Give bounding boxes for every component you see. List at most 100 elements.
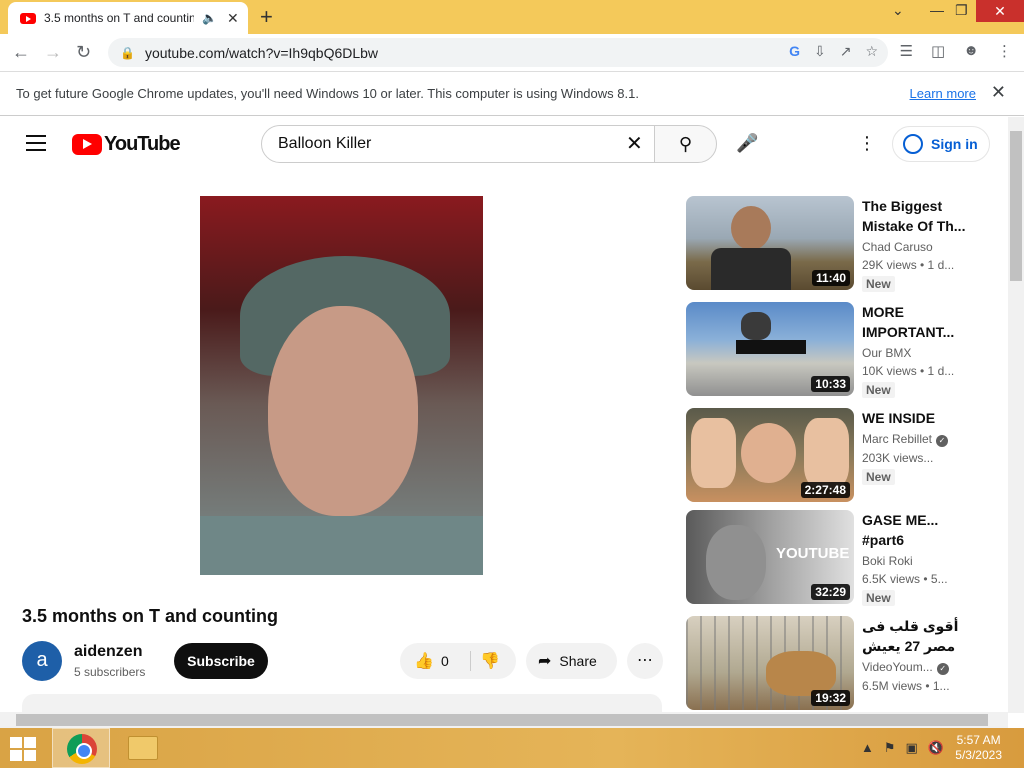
channel-name[interactable]: aidenzen [74, 643, 142, 661]
search-input[interactable]: Balloon Killer [261, 125, 655, 163]
address-bar[interactable]: 🔒 youtube.com/watch?v=Ih9qbQ6DLbw G ⇩ ↗ … [108, 38, 888, 67]
recommendation-channel[interactable]: Our BMX [862, 346, 972, 360]
side-panel-icon[interactable]: ◫ [931, 42, 945, 60]
video-duration: 11:40 [811, 270, 850, 286]
video-duration: 10:33 [811, 376, 850, 392]
more-horizontal-icon: ⋯ [637, 652, 653, 669]
clock-time: 5:57 AM [956, 733, 1001, 747]
recommendation-channel[interactable]: Marc Rebillet ✓ [862, 432, 972, 447]
clock-date: 5/3/2023 [955, 748, 1002, 762]
new-badge: New [862, 276, 895, 292]
like-count: 0 [441, 653, 449, 669]
recommendation-item[interactable]: 19:32 أقوى قلب فى مصر 27 يعيش وسط... Vid… [686, 616, 976, 712]
share-label: Share [559, 653, 597, 669]
verified-icon: ✓ [936, 435, 949, 447]
windows-start-icon[interactable] [10, 737, 36, 761]
recommendation-channel[interactable]: Chad Caruso [862, 240, 972, 254]
recommendation-title[interactable]: أقوى قلب فى مصر 27 يعيش وسط... [862, 616, 972, 656]
recommendation-views: 203K views... [862, 451, 934, 465]
sign-in-label: Sign in [931, 136, 978, 152]
recommendation-title[interactable]: GASE ME... #part6 [862, 510, 972, 550]
menu-icon[interactable] [26, 135, 46, 151]
profile-icon[interactable]: ☻ [963, 42, 979, 60]
recommendation-channel[interactable]: VideoYoum... ✓ [862, 660, 972, 675]
recommendation-item[interactable]: YOUTUBE 32:29 GASE ME... #part6 Boki Rok… [686, 510, 976, 606]
window-close-button[interactable]: ✕ [976, 0, 1024, 22]
settings-more-icon[interactable]: ⋮ [858, 133, 876, 154]
install-icon[interactable]: ⇩ [814, 43, 826, 60]
youtube-wordmark: YouTube [104, 133, 181, 155]
video-thumbnail[interactable]: YOUTUBE 32:29 [686, 510, 854, 604]
description-box[interactable] [22, 694, 662, 712]
search-icon: ⚲ [678, 134, 693, 154]
video-thumbnail[interactable]: 10:33 [686, 302, 854, 396]
youtube-logo[interactable]: YouTube [72, 133, 181, 156]
recommendation-title[interactable]: The Biggest Mistake Of Th... [862, 196, 972, 236]
like-icon[interactable]: 👍 [414, 651, 434, 671]
sign-in-button[interactable]: Sign in [892, 126, 990, 162]
new-badge: New [862, 590, 895, 606]
recommendation-title[interactable]: WE INSIDE [862, 408, 972, 428]
network-icon[interactable]: ▣ [906, 740, 918, 756]
user-icon [903, 134, 923, 154]
subscribe-button[interactable]: Subscribe [174, 643, 268, 679]
recommendation-channel[interactable]: Boki Roki [862, 554, 972, 568]
share-button[interactable]: ➦ Share [526, 643, 617, 679]
new-badge: New [862, 469, 895, 485]
video-thumbnail[interactable]: 19:32 [686, 616, 854, 710]
url-text: youtube.com/watch?v=Ih9qbQ6DLbw [144, 44, 379, 61]
more-actions-button[interactable]: ⋯ [627, 643, 663, 679]
recommendation-views: 10K views • 1 d... [862, 364, 955, 378]
clear-search-icon[interactable]: ✕ [626, 131, 643, 156]
channel-avatar[interactable]: a [22, 641, 62, 681]
infobar-close-icon[interactable]: ✕ [991, 82, 1006, 103]
chrome-taskbar-icon[interactable] [52, 728, 110, 768]
recommendation-item[interactable]: 11:40 The Biggest Mistake Of Th... Chad … [686, 196, 976, 292]
recommendation-item[interactable]: 10:33 MORE IMPORTANT... Our BMX 10K view… [686, 302, 976, 398]
tab-close-icon[interactable]: ✕ [227, 10, 239, 27]
video-thumbnail[interactable]: 11:40 [686, 196, 854, 290]
file-explorer-icon[interactable] [128, 736, 158, 760]
infobar-message: To get future Google Chrome updates, you… [16, 86, 639, 101]
speaker-icon[interactable]: 🔈 [202, 11, 217, 25]
video-title: 3.5 months on T and counting [22, 606, 278, 626]
windows-taskbar: ▲ ⚑ ▣ 🔇 5:57 AM 5/3/2023 [0, 728, 1024, 768]
video-duration: 19:32 [811, 690, 850, 706]
channel-label: VideoYoum... [862, 660, 933, 674]
google-g-icon[interactable]: G [789, 43, 800, 60]
youtube-favicon-icon [20, 12, 36, 24]
restore-button[interactable]: ❐ [955, 2, 968, 19]
vertical-scrollbar[interactable] [1008, 117, 1024, 713]
recommendation-views: 6.5K views • 5... [862, 572, 948, 586]
microphone-icon[interactable]: 🎤 [736, 133, 758, 154]
share-page-icon[interactable]: ↗ [840, 43, 852, 60]
chrome-menu-icon[interactable]: ⋮ [997, 42, 1012, 60]
learn-more-link[interactable]: Learn more [910, 86, 976, 101]
reload-icon[interactable]: ↻ [76, 42, 91, 63]
back-icon[interactable]: ← [12, 42, 30, 63]
browser-toolbar: ← → ↻ 🔒 youtube.com/watch?v=Ih9qbQ6DLbw … [0, 34, 1024, 72]
tray-expand-icon[interactable]: ▲ [861, 740, 874, 756]
recommendation-title[interactable]: MORE IMPORTANT... [862, 302, 972, 342]
taskbar-clock[interactable]: 5:57 AM 5/3/2023 [955, 733, 1002, 763]
action-center-icon[interactable]: ⚑ [884, 740, 896, 756]
bookmark-star-icon[interactable]: ☆ [865, 43, 878, 60]
video-duration: 2:27:48 [800, 482, 850, 498]
video-thumbnail[interactable]: 2:27:48 [686, 408, 854, 502]
minimize-button[interactable]: — [930, 2, 944, 18]
new-tab-button[interactable]: + [260, 4, 273, 30]
recommendation-item[interactable]: 2:27:48 WE INSIDE Marc Rebillet ✓ 203K vi… [686, 408, 976, 504]
volume-muted-icon[interactable]: 🔇 [928, 740, 944, 756]
media-control-icon[interactable]: ☰ [900, 42, 913, 60]
video-duration: 32:29 [811, 584, 850, 600]
tab-title: 3.5 months on T and counting [44, 11, 194, 25]
browser-tab[interactable]: 3.5 months on T and counting 🔈 ✕ [8, 2, 248, 34]
dislike-icon[interactable]: 👎 [480, 651, 500, 671]
recommendation-views: 29K views • 1 d... [862, 258, 955, 272]
tab-search-icon[interactable]: ⌄ [892, 2, 904, 19]
video-player[interactable] [200, 196, 483, 575]
forward-icon[interactable]: → [44, 42, 62, 63]
search-button[interactable]: ⚲ [654, 125, 717, 163]
horizontal-scrollbar[interactable] [0, 712, 1008, 728]
lock-icon[interactable]: 🔒 [120, 46, 135, 60]
